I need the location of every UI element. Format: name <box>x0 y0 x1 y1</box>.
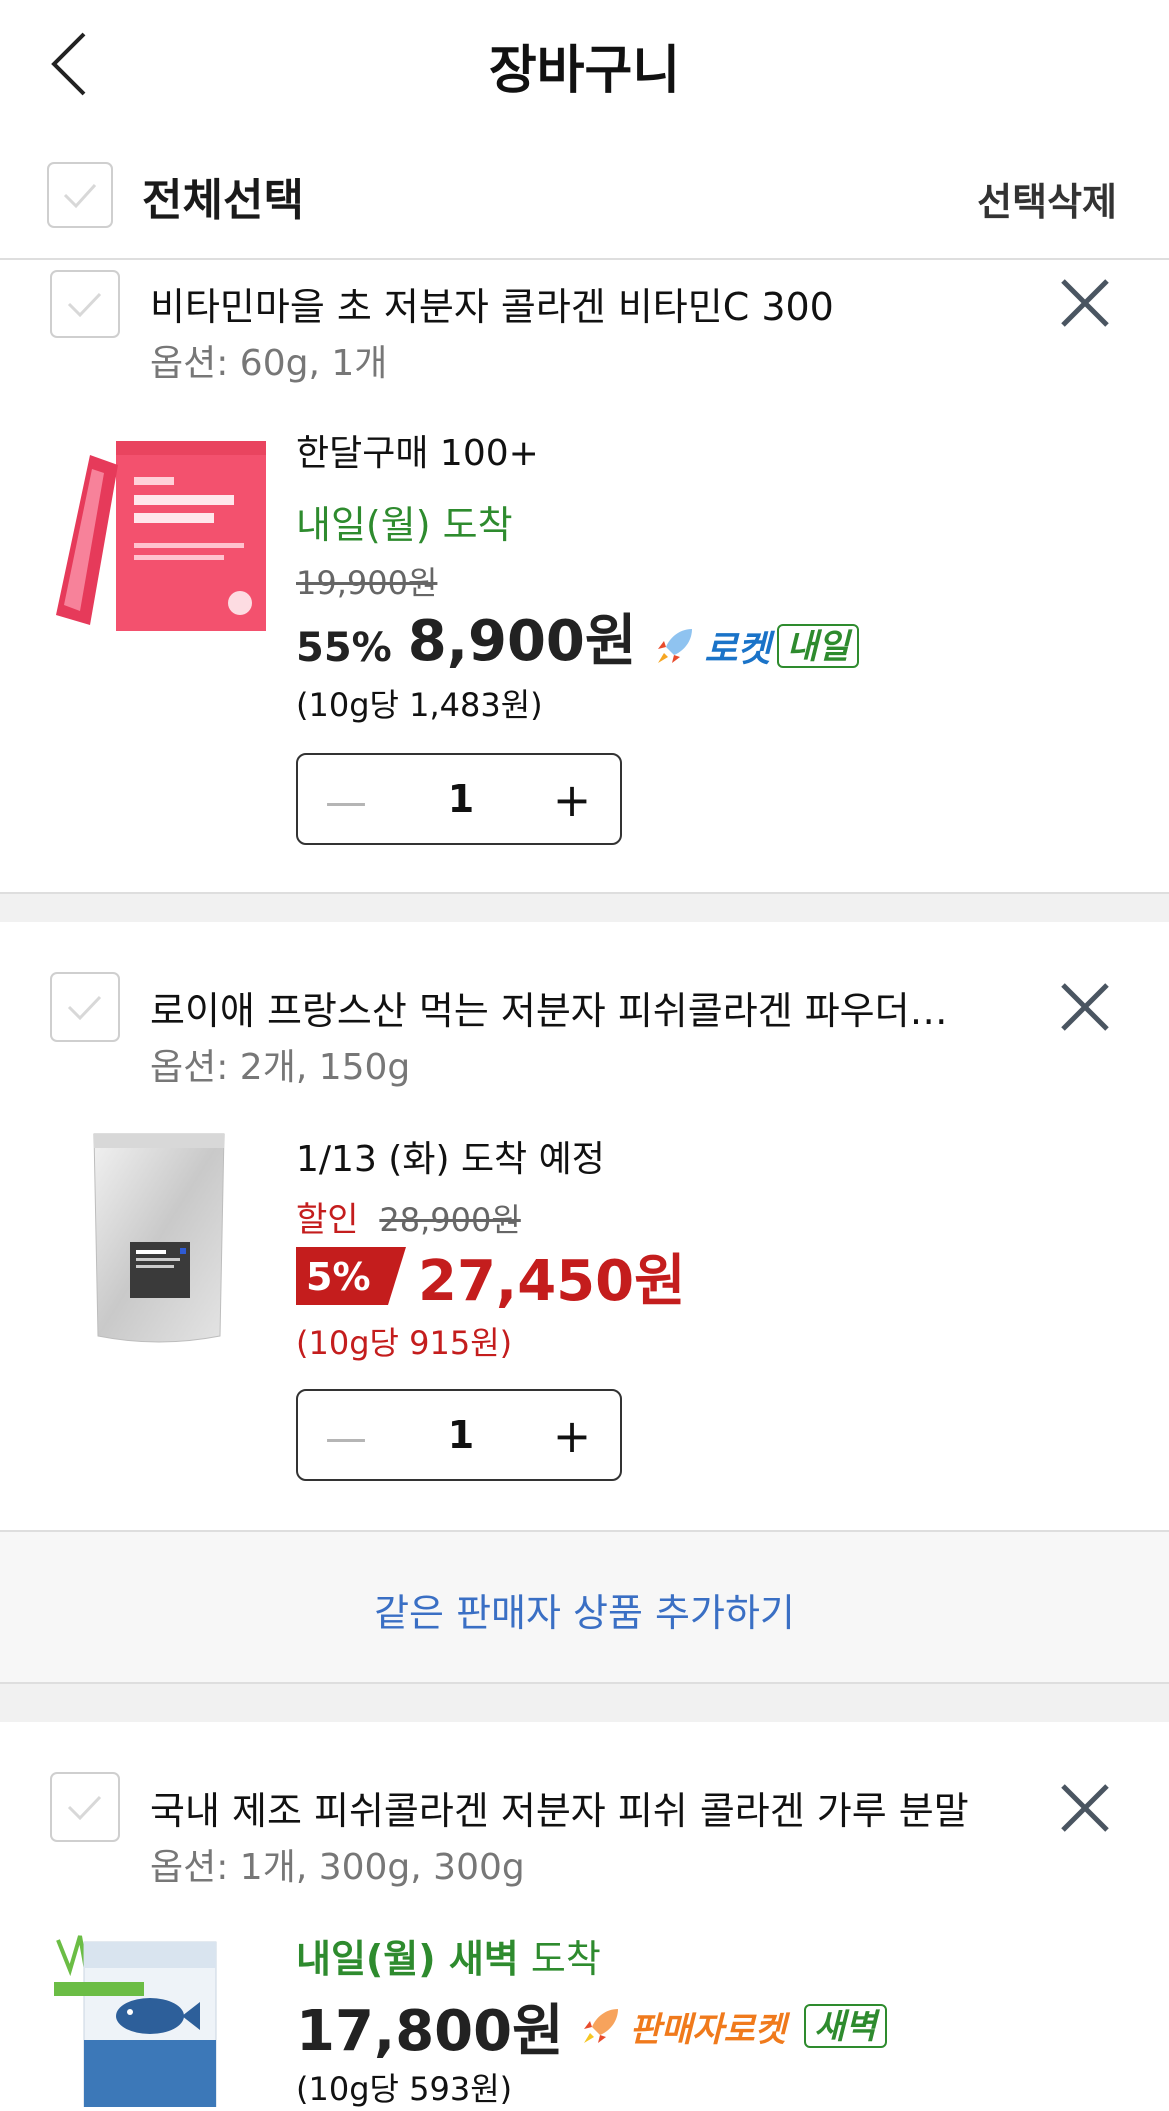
sale-label: 할인 <box>296 1200 359 1240</box>
sale-price: 8,900원 <box>407 609 637 674</box>
item-name[interactable]: 국내 제조 피쉬콜라겐 저분자 피쉬 콜라겐 가루 분말 <box>150 1780 969 1835</box>
price-row: 55% 8,900원 로켓 내일 <box>296 609 860 674</box>
unit-price: (10g당 1,483원) <box>296 686 543 724</box>
item-name[interactable]: 로이애 프랑스산 먹는 저분자 피쉬콜라겐 파우더… <box>150 980 948 1035</box>
delivery-date: 1/13 (화) 도착 예정 <box>296 1139 605 1180</box>
select-all-label: 전체선택 <box>142 175 304 226</box>
remove-item-button[interactable] <box>1057 979 1113 1035</box>
divider <box>0 258 1169 260</box>
blue-fish-pouch-image <box>54 1935 217 2108</box>
rocket-label: 로켓 <box>704 629 771 670</box>
check-icon <box>67 1795 102 1821</box>
promo-text: 한달구매 100+ <box>296 433 539 474</box>
original-price: 28,900원 <box>379 1201 521 1239</box>
close-icon <box>1061 983 1109 1031</box>
discount-rate: 55% <box>296 625 392 671</box>
remove-item-button[interactable] <box>1057 275 1113 331</box>
item-name[interactable]: 비타민마을 초 저분자 콜라겐 비타민C 300 <box>150 276 834 331</box>
seller-rocket-badge: 판매자로켓 새벽 <box>578 2002 887 2051</box>
section-gap <box>0 894 1169 922</box>
decrease-button[interactable]: — <box>324 1413 368 1462</box>
delivery-suffix: 도착 <box>530 1937 601 1981</box>
delivery-day: 내일(월) 새벽 <box>296 1937 519 1981</box>
decrease-button[interactable]: — <box>324 777 368 826</box>
section-gap <box>0 1684 1169 1722</box>
pink-collagen-box-image <box>56 441 266 631</box>
price-row: 17,800원 판매자로켓 새벽 <box>296 1994 887 2064</box>
product-image[interactable] <box>50 435 270 635</box>
delivery-row: 내일(월) 새벽 도착 <box>296 1928 601 1983</box>
check-icon <box>63 183 97 209</box>
check-icon <box>67 995 102 1021</box>
item-option: 옵션: 2개, 150g <box>150 1047 411 1088</box>
increase-button[interactable]: + <box>550 773 594 827</box>
quantity-value: 1 <box>447 777 475 821</box>
remove-item-button[interactable] <box>1057 1780 1113 1836</box>
page-title: 장바구니 <box>488 41 681 101</box>
quantity-stepper: — 1 + <box>296 753 622 845</box>
rocket-icon <box>658 629 693 663</box>
original-price: 19,900원 <box>296 564 438 602</box>
product-image[interactable] <box>50 1930 220 2108</box>
close-icon <box>1061 1784 1109 1832</box>
add-same-seller-link[interactable]: 같은 판매자 상품 추가하기 <box>0 1582 1169 1637</box>
item-checkbox[interactable] <box>50 972 120 1042</box>
price-row: 5% 27,450원 <box>296 1244 686 1314</box>
quantity-value: 1 <box>447 1413 475 1457</box>
delivery-tag: 새벽 <box>804 2004 887 2048</box>
silver-pouch-image <box>93 1133 225 1343</box>
delivery-tag: 내일 <box>776 624 860 668</box>
rocket-badge: 로켓 내일 <box>652 620 860 672</box>
discount-rate: 5% <box>306 1255 371 1299</box>
item-option: 옵션: 1개, 300g, 300g <box>150 1847 525 1888</box>
select-all-checkbox[interactable] <box>47 162 113 228</box>
rocket-icon <box>583 2009 618 2043</box>
sale-price: 17,800원 <box>296 1998 564 2064</box>
item-option: 옵션: 60g, 1개 <box>150 343 388 384</box>
increase-button[interactable]: + <box>550 1409 594 1463</box>
sale-price: 27,450원 <box>418 1248 686 1314</box>
delivery-date: 내일(월) 도착 <box>296 503 513 547</box>
quantity-stepper: — 1 + <box>296 1389 622 1481</box>
unit-price: (10g당 915원) <box>296 1324 513 1362</box>
delete-selected-button[interactable]: 선택삭제 <box>977 171 1117 226</box>
discount-badge: 5% <box>296 1247 406 1305</box>
close-icon <box>1061 279 1109 327</box>
item-checkbox[interactable] <box>50 1772 120 1842</box>
unit-price: (10g당 593원) <box>296 2070 513 2108</box>
check-icon <box>67 292 102 318</box>
sale-row: 할인 28,900원 <box>296 1192 521 1241</box>
item-checkbox[interactable] <box>50 270 120 338</box>
seller-rocket-label: 판매자로켓 <box>629 2009 787 2050</box>
product-image[interactable] <box>84 1126 234 1351</box>
